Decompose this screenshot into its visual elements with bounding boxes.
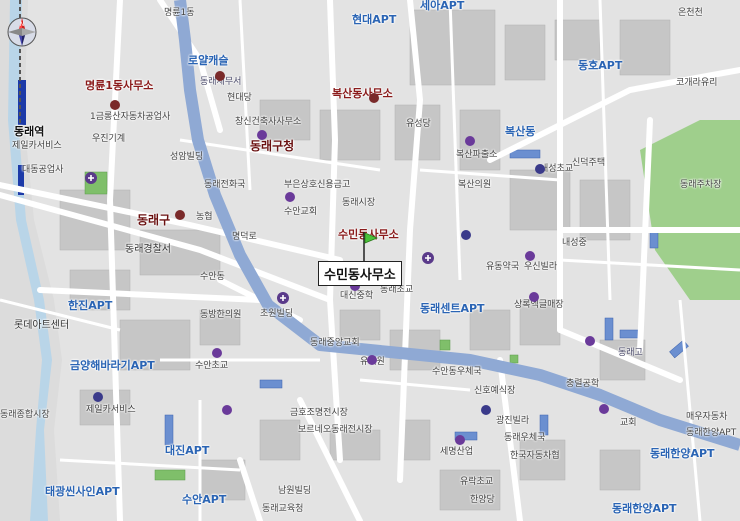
- school-icon: [93, 164, 545, 415]
- poi-callout[interactable]: 수민동사무소: [318, 261, 402, 286]
- church-icon: [212, 130, 609, 445]
- map-view[interactable]: N 현대APT 동호APT 동래센트APT 한진APT 금양해바라기APT 대진…: [0, 0, 740, 521]
- office-icon: [110, 71, 379, 220]
